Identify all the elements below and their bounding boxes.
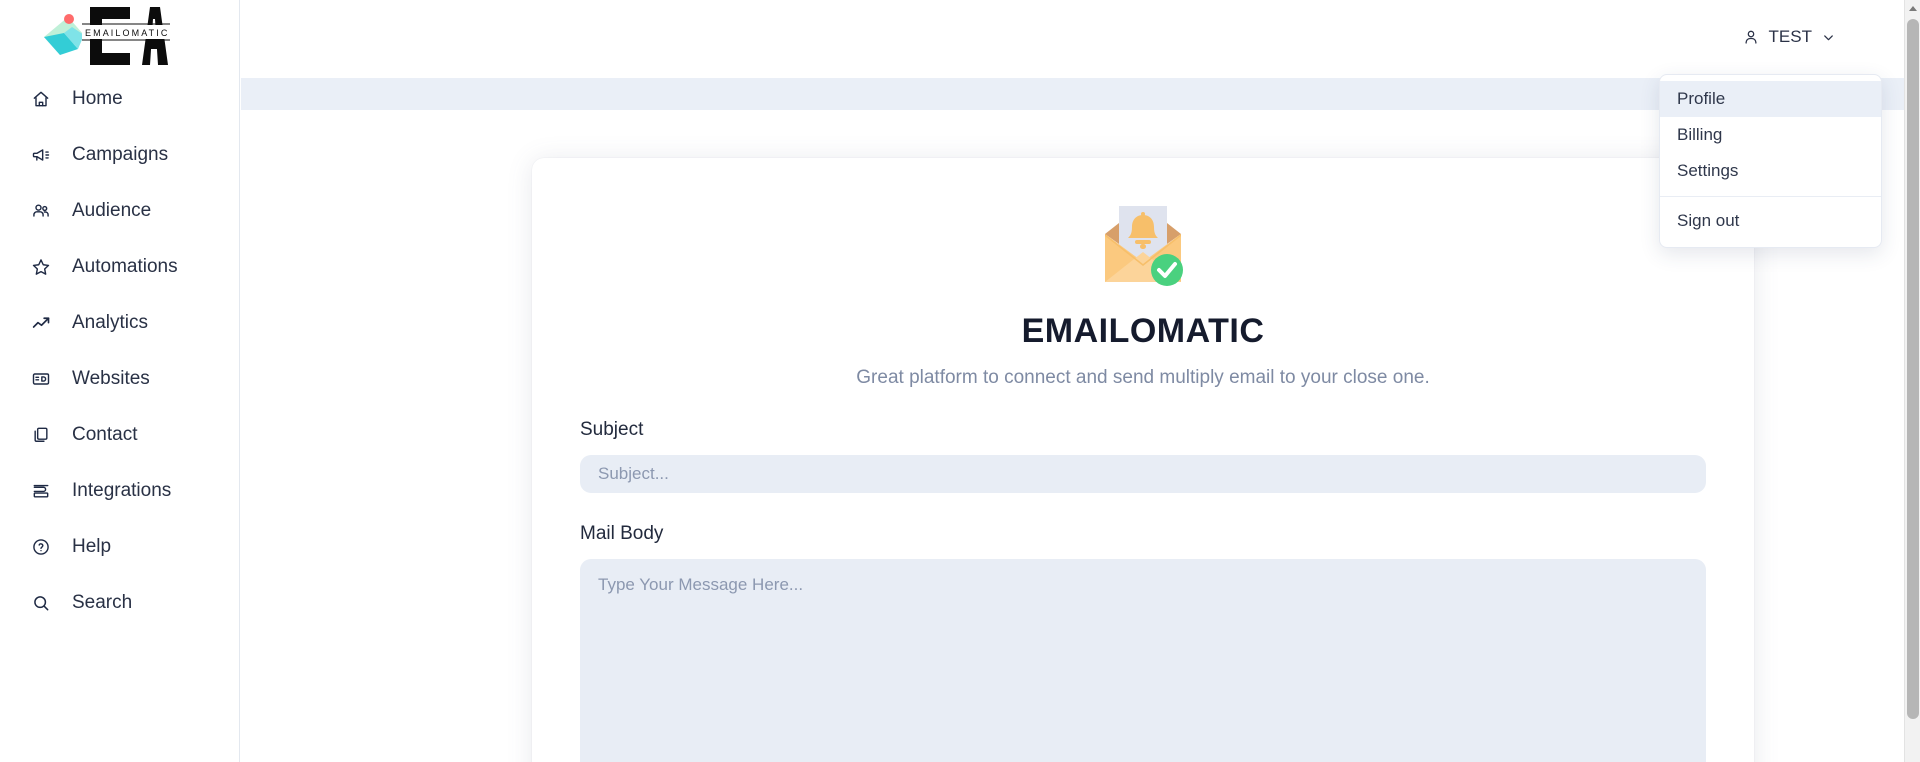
sidebar-item-label: Help: [72, 536, 112, 557]
chevron-down-icon: [1821, 30, 1836, 45]
question-circle-icon: [30, 536, 52, 558]
trending-up-icon: [30, 312, 52, 334]
layers-icon: [30, 480, 52, 502]
sidebar-item-label: Websites: [72, 368, 150, 389]
sidebar-item-integrations[interactable]: Integrations: [0, 476, 239, 506]
page-subtitle: Great platform to connect and send multi…: [856, 367, 1430, 388]
sidebar-item-label: Contact: [72, 424, 138, 445]
sidebar-item-label: Audience: [72, 200, 152, 221]
sidebar-nav: Home Campaigns Audience Automations Anal…: [0, 84, 239, 618]
sidebar-item-label: Integrations: [72, 480, 172, 501]
scrollbar-up-arrow-icon[interactable]: [1905, 0, 1920, 17]
sidebar-item-search[interactable]: Search: [0, 588, 239, 618]
svg-text:EMAILOMATIC: EMAILOMATIC: [85, 28, 169, 38]
sidebar-item-label: Search: [72, 592, 133, 613]
dropdown-item-profile[interactable]: Profile: [1660, 81, 1881, 117]
sidebar-item-automations[interactable]: Automations: [0, 252, 239, 282]
topbar: TEST: [240, 0, 1904, 74]
star-icon: [30, 256, 52, 278]
sidebar-item-label: Campaigns: [72, 144, 169, 165]
subject-input[interactable]: [580, 455, 1706, 493]
mail-body-label: Mail Body: [580, 523, 664, 544]
mail-body-textarea[interactable]: [580, 559, 1706, 762]
brand-logo[interactable]: EMAILOMATIC: [38, 0, 239, 76]
person-icon: [1742, 28, 1760, 46]
sidebar-item-label: Analytics: [72, 312, 149, 333]
sidebar-item-websites[interactable]: Websites: [0, 364, 239, 394]
envelope-logo-icon: EMAILOMATIC: [44, 7, 170, 65]
subject-label: Subject: [580, 419, 644, 440]
sidebar-item-campaigns[interactable]: Campaigns: [0, 140, 239, 170]
page-title: EMAILOMATIC: [1021, 312, 1265, 350]
main-content: EMAILOMATIC Great platform to connect an…: [240, 110, 1904, 762]
page-scrollbar[interactable]: [1904, 0, 1920, 762]
sidebar-item-audience[interactable]: Audience: [0, 196, 239, 226]
browser-icon: [30, 368, 52, 390]
home-icon: [30, 88, 52, 110]
scrollbar-thumb[interactable]: [1907, 19, 1919, 719]
user-name-label: TEST: [1768, 27, 1812, 46]
envelope-bell-check-illustration: [1105, 206, 1183, 286]
users-icon: [30, 200, 52, 222]
megaphone-icon: [30, 144, 52, 166]
page-accent-strip: [241, 78, 1904, 110]
user-menu-trigger[interactable]: TEST: [1742, 27, 1836, 47]
dropdown-item-label: Profile: [1677, 89, 1726, 108]
dropdown-item-sign-out[interactable]: Sign out: [1660, 203, 1881, 239]
dropdown-item-label: Sign out: [1677, 211, 1740, 230]
sidebar-item-home[interactable]: Home: [0, 84, 239, 114]
sidebar-item-label: Home: [72, 88, 123, 109]
hero-illustration: [580, 196, 1706, 294]
user-dropdown-menu: Profile Billing Settings Sign out: [1659, 74, 1882, 248]
dropdown-divider: [1660, 196, 1881, 197]
sidebar: EMAILOMATIC Home Campaigns Audience Auto…: [0, 0, 240, 762]
dropdown-item-label: Billing: [1677, 125, 1723, 144]
dropdown-item-billing[interactable]: Billing: [1660, 117, 1881, 153]
sidebar-item-help[interactable]: Help: [0, 532, 239, 562]
sidebar-item-analytics[interactable]: Analytics: [0, 308, 239, 338]
copy-icon: [30, 424, 52, 446]
sidebar-item-label: Automations: [72, 256, 178, 277]
dropdown-item-settings[interactable]: Settings: [1660, 153, 1881, 189]
sidebar-item-contact[interactable]: Contact: [0, 420, 239, 450]
app-root: EMAILOMATIC Home Campaigns Audience Auto…: [0, 0, 1920, 762]
search-icon: [30, 592, 52, 614]
compose-card: EMAILOMATIC Great platform to connect an…: [532, 158, 1754, 762]
dropdown-item-label: Settings: [1677, 161, 1739, 180]
